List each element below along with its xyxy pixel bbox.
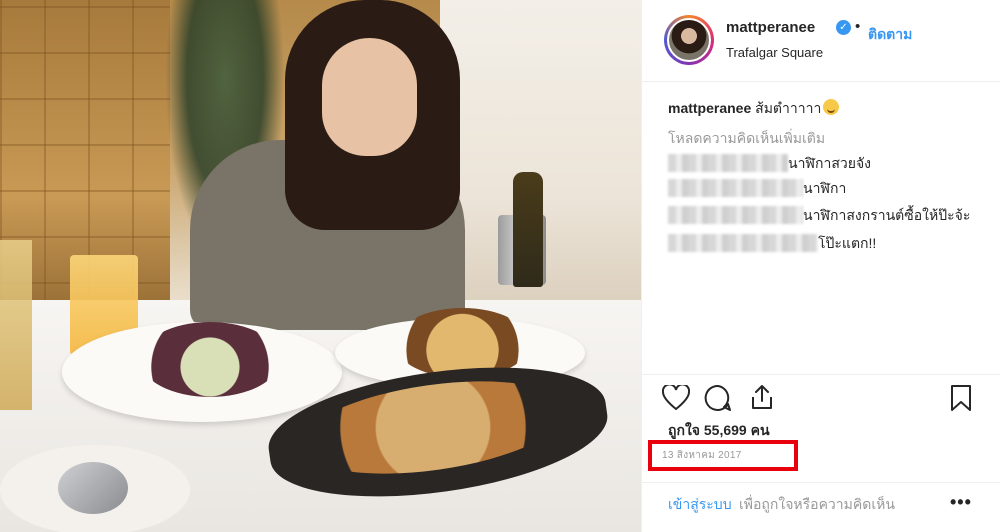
person-face (322, 38, 417, 156)
comment-item: นาฬิกา (668, 178, 846, 198)
drink-glass-left (0, 240, 32, 410)
blurred-username (668, 234, 818, 252)
more-options-icon[interactable]: ••• (950, 492, 972, 513)
post-photo[interactable] (0, 0, 641, 532)
login-link[interactable]: เข้าสู่ระบบ (668, 494, 732, 516)
comment-item: โป๊ะแตก!! (668, 233, 876, 253)
blurred-username (668, 154, 788, 172)
comment-text: นาฬิกา (803, 180, 847, 196)
caption: mattperanee ส้มตำาาาา (668, 98, 840, 120)
caption-username[interactable]: mattperanee (668, 100, 751, 116)
login-prompt-text: เพื่อถูกใจหรือความคิดเห็น (739, 496, 895, 512)
comment-text: นาฬิกาสงกรานต์ซื้อให้ป๊ะจ้ะ (803, 207, 971, 223)
caption-text: ส้มตำาาาา (755, 100, 822, 116)
actions-divider (642, 374, 1000, 375)
comment-item: นาฬิกาสวยจัง (668, 153, 871, 173)
comment-text: โป๊ะแตก!! (818, 235, 877, 251)
share-icon[interactable] (748, 383, 776, 411)
comment-text: นาฬิกาสวยจัง (788, 155, 871, 171)
spoon (58, 462, 128, 514)
heart-icon[interactable] (662, 385, 690, 411)
avatar[interactable] (667, 18, 711, 62)
bookmark-icon[interactable] (948, 384, 974, 412)
blurred-username (668, 179, 803, 197)
verified-badge-icon: ✓ (836, 20, 851, 35)
blurred-username (668, 206, 803, 224)
separator-dot: • (855, 18, 861, 35)
emoji-icon (823, 99, 840, 115)
red-highlight-box (648, 440, 798, 471)
likes-count[interactable]: ถูกใจ 55,699 คน (668, 420, 770, 442)
follow-button[interactable]: ติดตาม (868, 24, 912, 46)
load-more-comments-button[interactable]: โหลดความคิดเห็นเพิ่มเติม (668, 128, 825, 150)
post-sidebar: mattperanee ✓ • ติดตาม Trafalgar Square … (641, 0, 1000, 532)
location-link[interactable]: Trafalgar Square (726, 45, 823, 60)
comment-item: นาฬิกาสงกรานต์ซื้อให้ป๊ะจ้ะ (668, 205, 970, 225)
wine-bottle (513, 172, 543, 287)
username-link[interactable]: mattperanee (726, 19, 815, 36)
comment-icon[interactable] (704, 384, 732, 412)
salad-dish (140, 322, 280, 397)
